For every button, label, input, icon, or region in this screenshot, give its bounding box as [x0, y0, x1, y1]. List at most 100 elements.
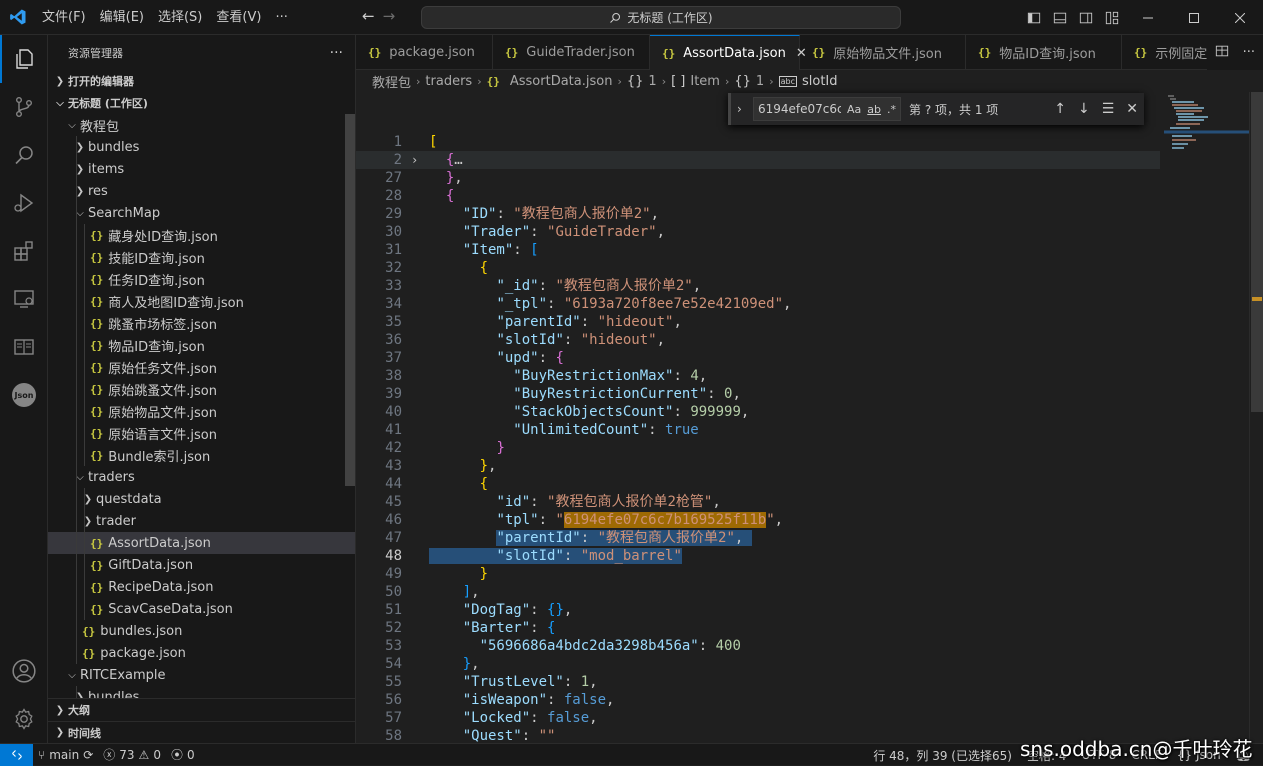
menu-file[interactable]: 文件(F) [35, 0, 93, 35]
sync-icon[interactable]: ⟳ [83, 748, 93, 762]
tree-folder[interactable]: ⌵ SearchMap [48, 202, 355, 224]
toggle-panel-icon[interactable] [1047, 0, 1073, 35]
tree-folder[interactable]: ⌵ RITCExample [48, 664, 355, 686]
tree-file[interactable]: {} 物品ID查询.json [48, 334, 355, 356]
match-whole-word-icon[interactable]: ab [867, 103, 881, 116]
explorer-icon[interactable] [0, 35, 48, 83]
menu-view[interactable]: 查看(V) [209, 0, 268, 35]
tab-item-id-json[interactable]: {} 物品ID查询.json [966, 35, 1122, 70]
breadcrumb-item[interactable]: AssortData.json [510, 74, 613, 89]
previous-match-icon[interactable]: ↑ [1054, 101, 1066, 117]
tree-file[interactable]: {} GiftData.json [48, 554, 355, 576]
sidebar-scrollbar[interactable] [345, 114, 355, 486]
tree-file[interactable]: {} RecipeData.json [48, 576, 355, 598]
tree-file[interactable]: {} 原始跳蚤文件.json [48, 378, 355, 400]
tree-item-label: 原始任务文件.json [108, 361, 217, 377]
tree-file[interactable]: {} 原始任务文件.json [48, 356, 355, 378]
regex-icon[interactable]: .* [887, 103, 896, 116]
fold-chevron-icon[interactable]: › [411, 151, 418, 169]
tree-file[interactable]: {} 任务ID查询.json [48, 268, 355, 290]
find-in-selection-icon[interactable]: ☰ [1102, 101, 1115, 117]
code-editor[interactable]: 1[2 › {… 27 }, 28 {29 "ID": "教程包商人报价单2", 30 … [356, 125, 1263, 743]
explorer-more-icon[interactable]: ··· [330, 45, 343, 61]
toggle-replace-icon[interactable]: › [737, 102, 753, 116]
tree-file[interactable]: {} bundles.json [48, 620, 355, 642]
find-input[interactable]: 6194efe07c6c Aa ab .* [753, 97, 901, 121]
tree-file[interactable]: {} package.json [48, 642, 355, 664]
branch-status[interactable]: ⑂ main ⟳ [33, 748, 98, 762]
ports-status[interactable]: ⦿ 0 [166, 746, 200, 763]
line-number: 49 [385, 566, 402, 582]
timeline-section[interactable]: ❯ 时间线 [48, 721, 355, 743]
command-center-search[interactable]: 无标题 (工作区) [421, 6, 901, 29]
chevron-right-icon: ❯ [83, 515, 93, 527]
breadcrumb-item[interactable]: Item [690, 74, 720, 89]
tree-folder[interactable]: ❯ items [48, 158, 355, 180]
toggle-secondary-sidebar-icon[interactable] [1073, 0, 1099, 35]
menu-selection[interactable]: 选择(S) [151, 0, 209, 35]
back-arrow-icon[interactable]: ← [362, 7, 375, 25]
editor-scrollbar[interactable] [1249, 92, 1263, 743]
breadcrumb-item[interactable]: 教程包 [372, 72, 411, 91]
code-text: ], [462, 584, 480, 600]
more-actions-icon[interactable]: ··· [1243, 45, 1255, 60]
cursor-position[interactable]: 行 48，列 39 (已选择65) [868, 747, 1022, 764]
settings-gear-icon[interactable] [0, 695, 48, 743]
code-line: 41 "UnlimitedCount": true [356, 421, 1263, 439]
book-icon[interactable] [0, 323, 48, 371]
scrollbar-thumb[interactable] [1251, 92, 1263, 412]
menu-more[interactable]: ··· [268, 0, 294, 35]
tree-folder[interactable]: ❯ trader [48, 510, 355, 532]
source-control-icon[interactable] [0, 83, 48, 131]
tree-file[interactable]: {} ScavCaseData.json [48, 598, 355, 620]
tab-guidetrader-json[interactable]: {} GuideTrader.json [493, 35, 650, 70]
breadcrumb-item[interactable]: traders [425, 74, 472, 89]
menu-edit[interactable]: 编辑(E) [93, 0, 151, 35]
tree-file[interactable]: {} 藏身处ID查询.json [48, 224, 355, 246]
minimap[interactable] [1164, 92, 1250, 172]
open-editors-section[interactable]: ❯ 打开的编辑器 [48, 70, 355, 92]
json-file-icon: {} [90, 272, 104, 286]
tree-file[interactable]: {} 跳蚤市场标签.json [48, 312, 355, 334]
tab-raw-items-json[interactable]: {} 原始物品文件.json [800, 35, 966, 70]
code-text: "parentId": "教程包商人报价单2", [496, 530, 752, 546]
breadcrumb-item[interactable]: 1 [756, 74, 764, 89]
tab-package-json[interactable]: {} package.json [356, 35, 493, 70]
breadcrumb-item[interactable]: 1 [648, 74, 656, 89]
tree-folder[interactable]: ❯ res [48, 180, 355, 202]
tree-file[interactable]: {} 原始物品文件.json [48, 400, 355, 422]
code-text: "Barter": { [462, 620, 556, 636]
close-window-icon[interactable] [1217, 0, 1263, 35]
run-debug-icon[interactable] [0, 179, 48, 227]
search-sidebar-icon[interactable] [0, 131, 48, 179]
breadcrumb-item[interactable]: slotId [802, 74, 838, 89]
tree-folder[interactable]: ❯ bundles [48, 136, 355, 158]
tree-folder[interactable]: ⌵ traders [48, 466, 355, 488]
tree-file[interactable]: {} 技能ID查询.json [48, 246, 355, 268]
next-match-icon[interactable]: ↓ [1078, 101, 1090, 117]
remote-indicator-icon[interactable] [0, 743, 33, 766]
extensions-icon[interactable] [0, 227, 48, 275]
split-editor-icon[interactable] [1215, 44, 1229, 62]
remote-explorer-icon[interactable] [0, 275, 48, 323]
toggle-primary-sidebar-icon[interactable] [1021, 0, 1047, 35]
workspace-section[interactable]: ⌵ 无标题 (工作区) [48, 92, 355, 114]
tree-file[interactable]: {} 原始语言文件.json [48, 422, 355, 444]
outline-section[interactable]: ❯ 大纲 [48, 699, 355, 721]
forward-arrow-icon[interactable]: → [383, 7, 396, 25]
close-find-icon[interactable]: ✕ [1126, 101, 1138, 117]
match-case-icon[interactable]: Aa [847, 103, 861, 116]
account-icon[interactable] [0, 647, 48, 695]
tree-file[interactable]: {} Bundle索引.json [48, 444, 355, 466]
code-text: "parentId": "hideout", [496, 314, 682, 330]
tree-file[interactable]: {} 商人及地图ID查询.json [48, 290, 355, 312]
problems-status[interactable]: ⓧ 73 ⚠ 0 [98, 746, 166, 763]
tab-assortdata-json[interactable]: {} AssortData.json ✕ [650, 35, 807, 70]
maximize-icon[interactable] [1171, 0, 1217, 35]
customize-layout-icon[interactable] [1099, 0, 1125, 35]
json-extension-icon[interactable]: Json [0, 371, 48, 419]
minimize-icon[interactable] [1125, 0, 1171, 35]
tree-folder[interactable]: ❯ questdata [48, 488, 355, 510]
tree-folder[interactable]: ⌵ 教程包 [48, 114, 355, 136]
tree-file[interactable]: {} AssortData.json [48, 532, 355, 554]
